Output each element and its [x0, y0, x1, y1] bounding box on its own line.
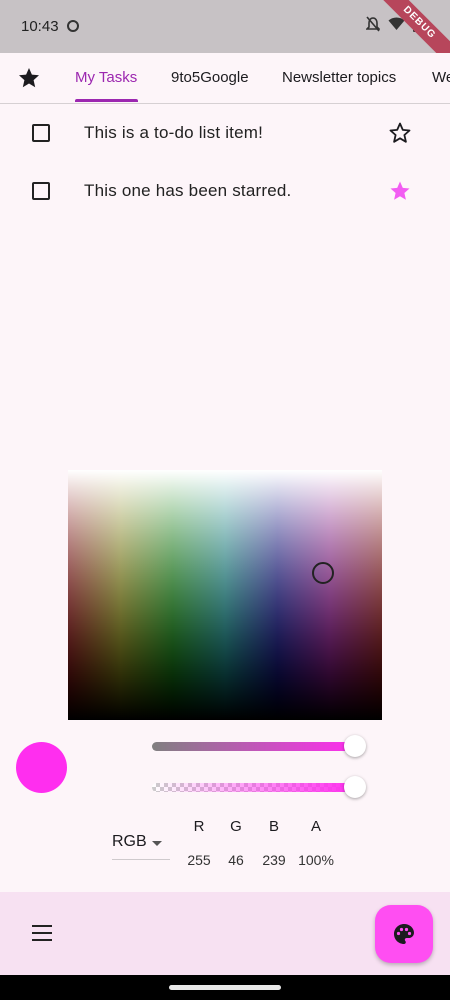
app-notification-icon: [67, 20, 79, 32]
alpha-slider-thumb[interactable]: [344, 776, 366, 798]
star-filled-icon[interactable]: [388, 179, 412, 203]
selected-color-swatch: [16, 742, 67, 793]
task-item[interactable]: This is a to-do list item!: [0, 105, 450, 161]
color-mode-label: RGB: [112, 833, 147, 850]
color-picker-area[interactable]: [68, 470, 382, 720]
status-time: 10:43: [21, 18, 59, 35]
channel-label-r: R: [193, 818, 205, 835]
color-mode-dropdown[interactable]: RGB: [112, 831, 170, 860]
star-outline-icon[interactable]: [388, 121, 412, 145]
channel-value-g[interactable]: 46: [216, 852, 256, 868]
hue-slider-thumb[interactable]: [344, 735, 366, 757]
channel-value-a[interactable]: 100%: [296, 852, 336, 868]
dropdown-arrow-icon: [152, 841, 162, 846]
palette-fab-button[interactable]: [375, 905, 433, 963]
channel-value-b[interactable]: 239: [254, 852, 294, 868]
alpha-slider[interactable]: [152, 783, 355, 792]
tab-newsletter-topics[interactable]: Newsletter topics: [282, 69, 396, 86]
task-checkbox[interactable]: [32, 124, 50, 142]
starred-tab-star-icon[interactable]: [17, 66, 41, 90]
status-bar: 10:43 DEBUG: [0, 0, 450, 53]
task-text: This is a to-do list item!: [84, 123, 264, 142]
tab-bar: My Tasks 9to5Google Newsletter topics We: [0, 53, 450, 104]
gesture-handle[interactable]: [169, 985, 281, 990]
task-checkbox[interactable]: [32, 182, 50, 200]
tab-partial[interactable]: We: [432, 69, 450, 86]
channel-value-r[interactable]: 255: [179, 852, 219, 868]
tab-9to5google[interactable]: 9to5Google: [171, 69, 249, 86]
mute-icon: [366, 16, 380, 32]
hue-slider[interactable]: [152, 742, 355, 751]
tab-my-tasks[interactable]: My Tasks: [75, 69, 137, 86]
palette-icon: [394, 924, 414, 944]
task-text: This one has been starred.: [84, 181, 292, 200]
active-tab-indicator: [75, 99, 138, 102]
channel-label-g: G: [230, 818, 242, 835]
task-item[interactable]: This one has been starred.: [0, 163, 450, 219]
channel-label-b: B: [268, 818, 279, 835]
channel-label-a: A: [310, 818, 321, 835]
color-picker-cursor[interactable]: [312, 562, 334, 584]
menu-icon[interactable]: [32, 925, 52, 941]
